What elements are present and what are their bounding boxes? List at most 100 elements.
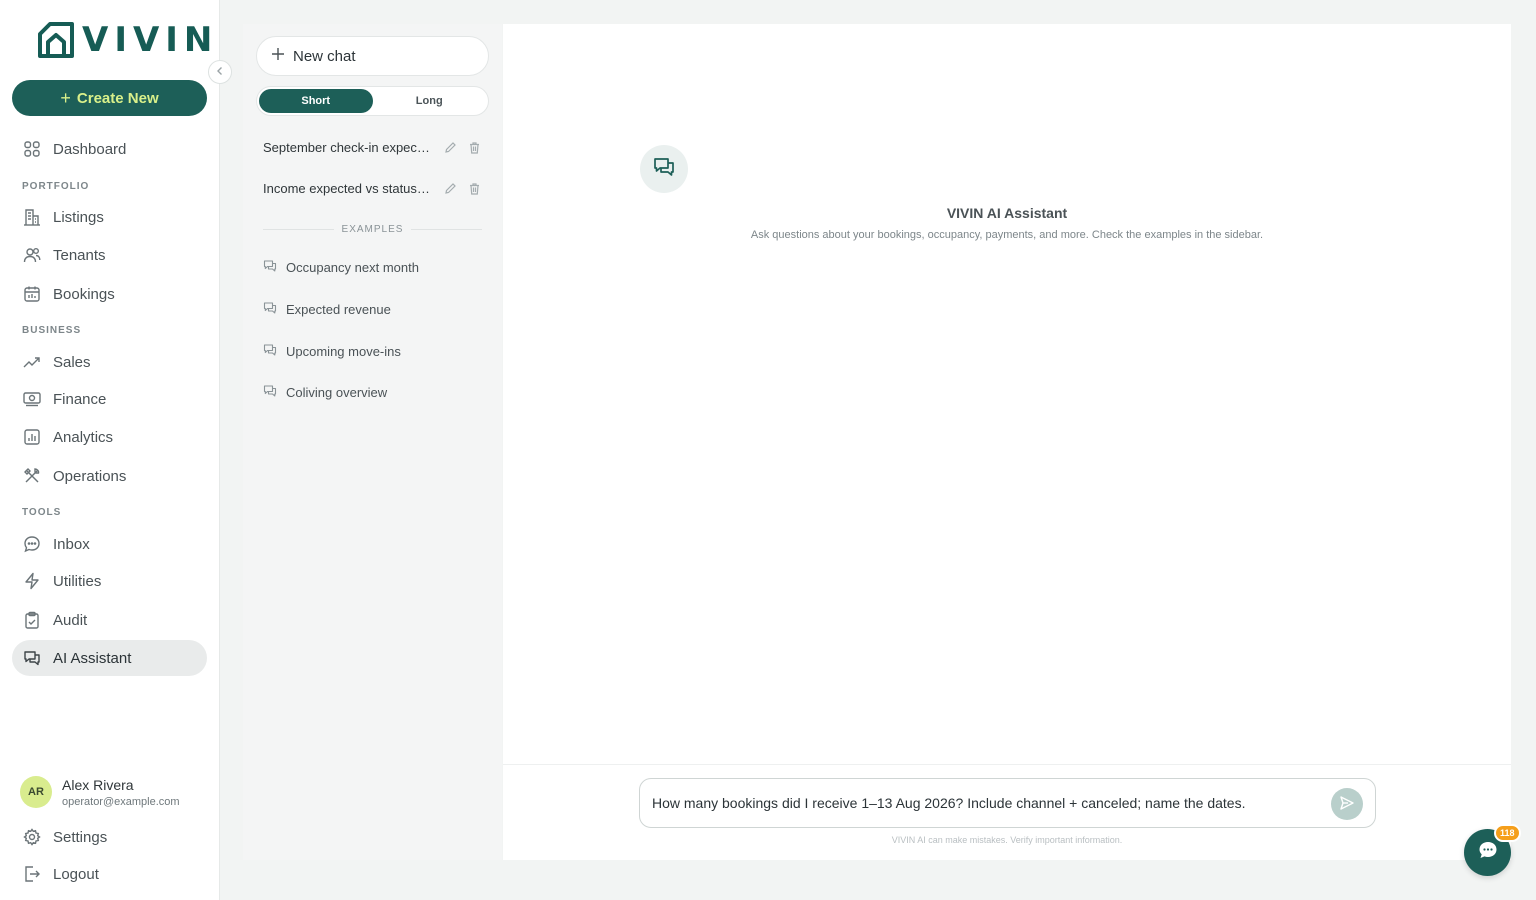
new-chat-label: New chat [293, 47, 356, 65]
trash-icon[interactable] [467, 181, 481, 195]
chat-bubbles-icon [652, 155, 676, 184]
logo-wordmark: VIVIN [82, 20, 219, 60]
disclaimer: VIVIN AI can make mistakes. Verify impor… [891, 835, 1123, 845]
sidebar-item-sales[interactable]: Sales [12, 344, 207, 380]
example-label: Expected revenue [286, 302, 391, 317]
sidebar-item-label: Utilities [53, 572, 102, 590]
sidebar-item-label: Bookings [53, 285, 115, 303]
response-length-toggle: Short Long [256, 86, 489, 116]
assistant-title: VIVIN AI Assistant [946, 205, 1068, 221]
chat-bubbles-icon [263, 384, 277, 401]
sidebar-item-ai-assistant[interactable]: AI Assistant [12, 640, 207, 676]
sidebar-item-analytics[interactable]: Analytics [12, 419, 207, 455]
avatar: AR [20, 776, 52, 808]
chat-history-panel: New chat Short Long September check-in e… [243, 24, 502, 860]
grid-icon [23, 140, 41, 158]
settings-button[interactable]: Settings [12, 819, 207, 855]
sidebar-item-tenants[interactable]: Tenants [12, 237, 207, 273]
assistant-avatar [640, 145, 688, 193]
sidebar-item-label: Dashboard [53, 140, 127, 158]
examples-divider: EXAMPLES [263, 224, 483, 235]
edit-icon[interactable] [443, 140, 457, 154]
gear-icon [23, 828, 41, 846]
divider-line [411, 229, 483, 230]
sidebar-item-finance[interactable]: Finance [12, 381, 207, 417]
examples-label: EXAMPLES [341, 224, 404, 235]
message-input-box [639, 778, 1376, 828]
sidebar-item-dashboard[interactable]: Dashboard [12, 131, 207, 167]
sidebar-item-inbox[interactable]: Inbox [12, 526, 207, 562]
sidebar-item-audit[interactable]: Audit [12, 602, 207, 638]
example-label: Upcoming move-ins [286, 344, 401, 359]
sidebar-item-operations[interactable]: Operations [12, 458, 207, 494]
example-prompt[interactable]: Occupancy next month [263, 259, 419, 276]
vivin-logo[interactable]: VIVIN [36, 20, 218, 60]
example-prompt[interactable]: Coliving overview [263, 384, 387, 401]
toggle-long[interactable]: Long [373, 89, 487, 113]
sidebar-item-label: Analytics [53, 428, 114, 446]
example-prompt[interactable]: Upcoming move-ins [263, 343, 401, 360]
sidebar-item-label: Tenants [53, 246, 106, 264]
sidebar-item-utilities[interactable]: Utilities [12, 563, 207, 599]
logout-button[interactable]: Logout [12, 856, 207, 892]
logout-label: Logout [53, 865, 99, 883]
chat-bubbles-icon [263, 343, 277, 360]
sidebar-item-listings[interactable]: Listings [12, 199, 207, 235]
logout-icon [23, 865, 41, 883]
section-label-tools: TOOLS [22, 507, 62, 518]
section-label-portfolio: PORTFOLIO [22, 181, 90, 192]
chat-bubbles-icon [263, 301, 277, 318]
chat-history-item[interactable]: Income expected vs status breakdown [263, 174, 489, 202]
user-email: operator@example.com [62, 795, 180, 808]
example-prompt[interactable]: Expected revenue [263, 301, 391, 318]
section-label-business: BUSINESS [22, 325, 82, 336]
composer: VIVIN AI can make mistakes. Verify impor… [503, 764, 1511, 860]
divider-line [263, 229, 334, 230]
send-button[interactable] [1331, 788, 1363, 820]
chat-history-item[interactable]: September check-in expectations [263, 133, 489, 161]
building-icon [23, 208, 41, 226]
user-name: Alex Rivera [62, 776, 134, 793]
chat-bubble-icon [1477, 839, 1499, 866]
house-logo-icon [38, 22, 74, 58]
sidebar-item-label: Listings [53, 208, 104, 226]
settings-label: Settings [53, 828, 108, 846]
sidebar-item-label: Sales [53, 353, 91, 371]
plus-icon: + [60, 87, 71, 108]
chat-title: September check-in expectations [263, 139, 433, 155]
chart-icon [23, 428, 41, 446]
sidebar-item-label: Operations [53, 467, 127, 485]
plus-icon [271, 47, 285, 65]
new-chat-button[interactable]: New chat [256, 36, 489, 76]
lightning-icon [23, 572, 41, 590]
example-label: Coliving overview [286, 385, 388, 400]
collapse-sidebar-button[interactable] [208, 60, 232, 84]
chat-bubble-icon [23, 535, 41, 553]
create-new-button[interactable]: + Create New [12, 80, 207, 116]
create-new-label: Create New [76, 89, 159, 107]
toggle-short[interactable]: Short [259, 89, 373, 113]
message-input[interactable] [652, 779, 1322, 827]
tools-icon [23, 467, 41, 485]
sidebar-item-label: AI Assistant [53, 649, 132, 667]
chat-bubbles-icon [263, 259, 277, 276]
example-label: Occupancy next month [286, 260, 419, 275]
notification-badge: 118 [1494, 824, 1521, 842]
sidebar: VIVIN + Create New Dashboard PORTFOLIO L… [0, 0, 220, 900]
sidebar-item-label: Audit [53, 611, 88, 629]
send-icon [1339, 795, 1355, 814]
sidebar-item-label: Finance [53, 390, 107, 408]
assistant-subtitle: Ask questions about your bookings, occup… [750, 229, 1264, 241]
trend-up-icon [23, 353, 41, 371]
chat-bubbles-icon [23, 649, 41, 667]
user-profile[interactable]: AR Alex Rivera operator@example.com [20, 776, 180, 808]
calendar-icon [23, 285, 41, 303]
chevron-left-icon [215, 63, 225, 81]
money-icon [23, 390, 41, 408]
sidebar-item-bookings[interactable]: Bookings [12, 276, 207, 312]
trash-icon[interactable] [467, 140, 481, 154]
edit-icon[interactable] [443, 181, 457, 195]
chat-title: Income expected vs status breakdown [263, 180, 433, 196]
users-icon [23, 246, 41, 264]
sidebar-item-label: Inbox [53, 535, 90, 553]
